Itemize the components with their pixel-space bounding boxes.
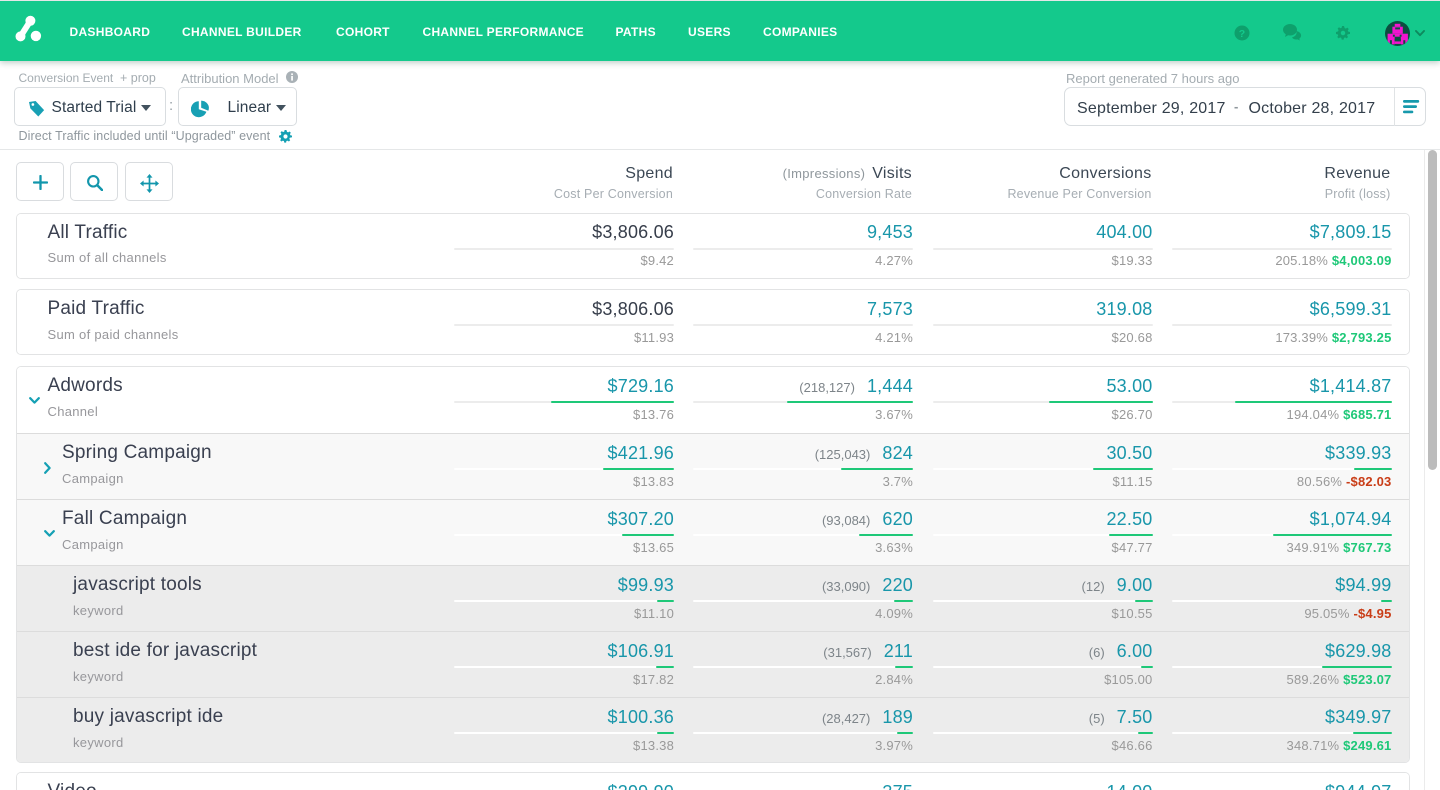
svg-text:?: ? (1238, 27, 1244, 39)
